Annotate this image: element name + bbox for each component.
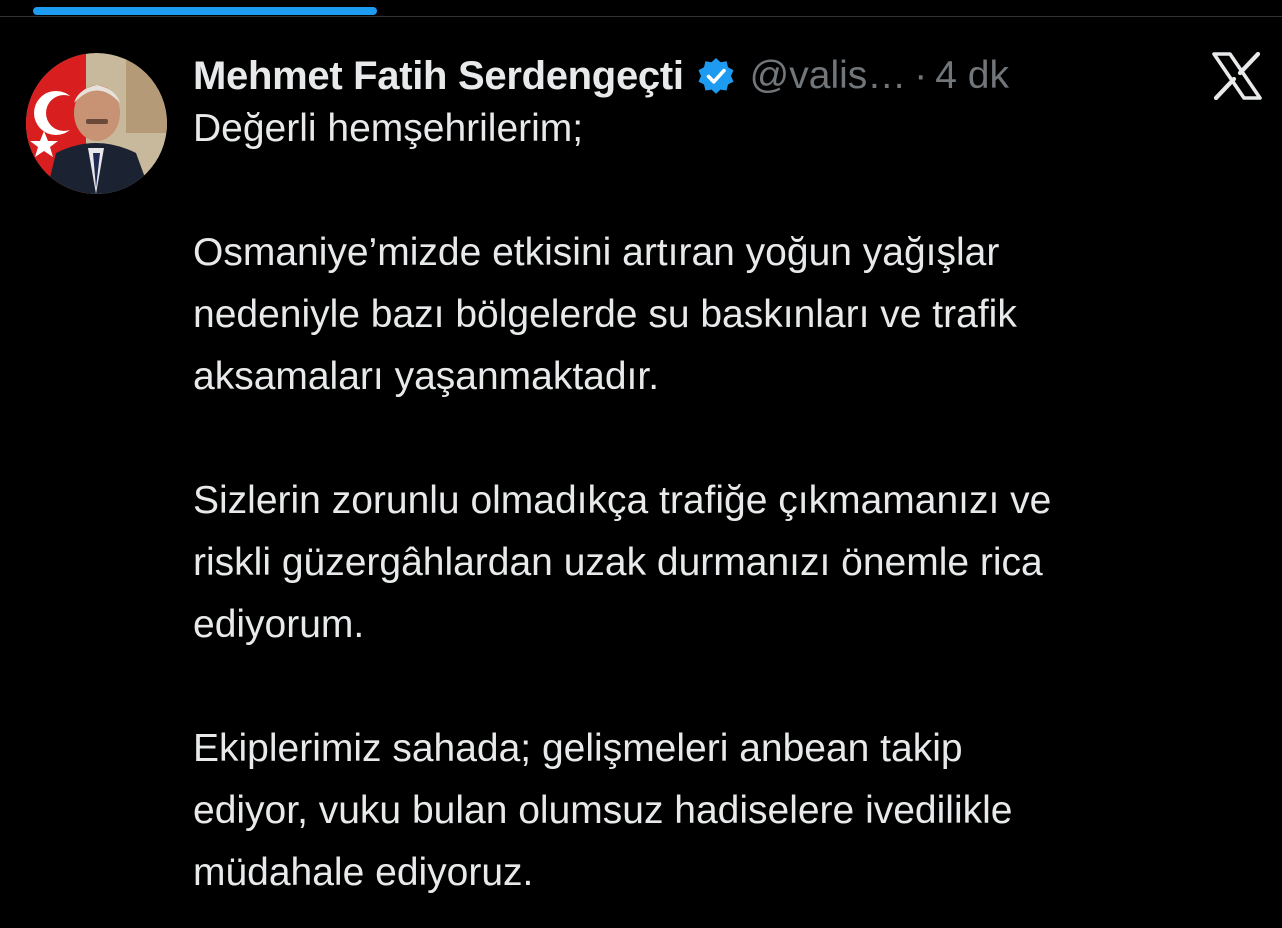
x-logo-icon — [1211, 51, 1263, 101]
separator-dot: · — [914, 54, 928, 97]
tweet[interactable]: Mehmet Fatih Serdengeçti @valis… · 4 dk … — [193, 44, 1263, 904]
tweet-paragraph: Osmaniye’mizde etkisini artıran yoğun ya… — [193, 231, 1017, 398]
tweet-paragraph: Ekiplerimiz sahada; gelişmeleri anbean t… — [193, 727, 1013, 894]
timestamp[interactable]: 4 dk — [935, 54, 1009, 98]
tweet-paragraph: Sizlerin zorunlu olmadıkça trafiğe çıkma… — [193, 479, 1052, 646]
author-handle[interactable]: @valis… — [750, 54, 907, 98]
story-progress-bar — [33, 7, 377, 15]
avatar[interactable] — [26, 53, 167, 194]
tweet-body: Değerli hemşehrilerim; Osmaniye’mizde et… — [193, 98, 1263, 904]
verified-badge-icon — [696, 56, 736, 96]
author-name[interactable]: Mehmet Fatih Serdengeçti — [193, 54, 684, 99]
tweet-paragraph: Değerli hemşehrilerim; — [193, 107, 584, 150]
top-divider — [0, 16, 1282, 17]
avatar-portrait — [26, 53, 167, 194]
